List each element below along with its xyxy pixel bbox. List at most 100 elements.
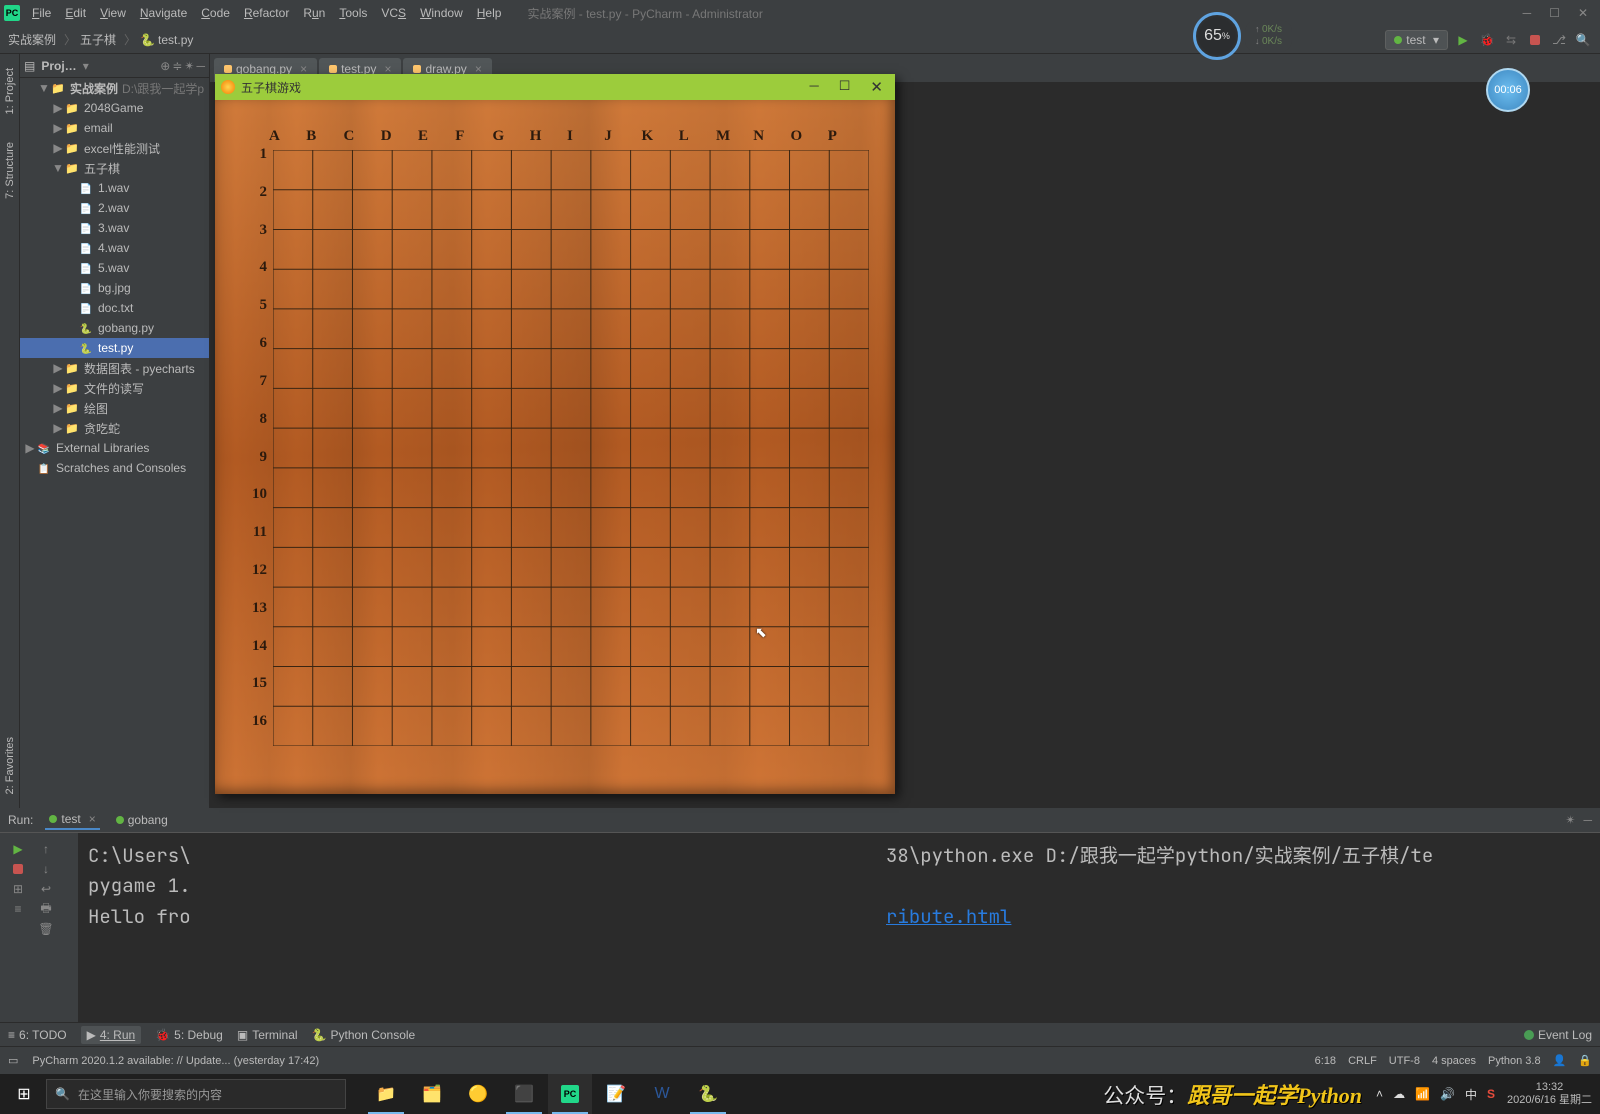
git-button[interactable]: ⎇ (1550, 31, 1568, 49)
game-maximize-button[interactable]: ☐ (839, 78, 851, 96)
tree-item-bg.jpg[interactable]: bg.jpg (20, 278, 209, 298)
run-tab-gobang[interactable]: gobang (112, 811, 172, 829)
hide-panel-icon[interactable]: ─ (196, 59, 205, 73)
encoding[interactable]: UTF-8 (1389, 1055, 1420, 1067)
search-everywhere-button[interactable]: 🔍 (1574, 31, 1592, 49)
ime-icon[interactable]: 中 (1465, 1086, 1477, 1103)
sync-icon[interactable]: S (1487, 1087, 1495, 1101)
debug-tab[interactable]: 🐞 5: Debug (155, 1028, 223, 1042)
word-icon[interactable]: W (640, 1074, 684, 1114)
python-icon[interactable]: 🐍 (686, 1074, 730, 1114)
tab-structure[interactable]: 7: Structure (4, 138, 16, 203)
game-minimize-button[interactable]: ─ (810, 78, 819, 96)
tree-item-test.py[interactable]: test.py (20, 338, 209, 358)
run-settings-icon[interactable]: ✴ (1565, 813, 1575, 827)
trash-icon[interactable]: 🗑 (38, 921, 54, 937)
rerun-icon[interactable]: ▶ (10, 841, 26, 857)
menu-window[interactable]: Window (414, 4, 469, 22)
indent[interactable]: 4 spaces (1432, 1055, 1476, 1067)
crumb-0[interactable]: 实战案例 (8, 31, 56, 48)
console-output[interactable]: C:\Users\ 38\python.exe D:/跟我一起学python/实… (78, 833, 1600, 1022)
lock-icon[interactable] (1578, 1054, 1592, 1067)
close-button[interactable]: ✕ (1578, 6, 1588, 20)
tree-item-1.wav[interactable]: 1.wav (20, 178, 209, 198)
run-button[interactable]: ▶ (1454, 31, 1472, 49)
taskbar-clock[interactable]: 13:32 2020/6/16 星期二 (1501, 1081, 1598, 1107)
tree-item-excel性能测试[interactable]: ▶excel性能测试 (20, 138, 209, 158)
tree-item-数据图表 - pyecharts[interactable]: ▶数据图表 - pyecharts (20, 358, 209, 378)
taskbar-search[interactable]: 🔍在这里输入你要搜索的内容 (46, 1079, 346, 1109)
tree-item-绘图[interactable]: ▶绘图 (20, 398, 209, 418)
game-window[interactable]: 五子棋游戏 ─ ☐ ✕ ABCDEFGHIJKLMNOP 12345678910… (215, 74, 895, 794)
select-opened-file-icon[interactable]: ⊕ (160, 59, 170, 73)
run-bottom-tab[interactable]: ▶ 4: Run (81, 1026, 142, 1044)
project-panel-toggle[interactable]: ▤ (24, 59, 35, 73)
minimize-button[interactable]: ─ (1523, 6, 1532, 20)
status-show-icon[interactable]: ▭ (8, 1054, 18, 1067)
volume-icon[interactable]: 🔊 (1440, 1087, 1455, 1101)
event-log[interactable]: Event Log (1524, 1028, 1592, 1042)
game-board[interactable]: ABCDEFGHIJKLMNOP 12345678910111213141516 (215, 100, 895, 794)
cmd-icon[interactable]: ⬛ (502, 1074, 546, 1114)
menu-edit[interactable]: Edit (59, 4, 92, 22)
run-tab-test[interactable]: test× (45, 810, 99, 830)
menu-view[interactable]: View (94, 4, 132, 22)
crumb-1[interactable]: 五子棋 (80, 31, 116, 48)
game-titlebar[interactable]: 五子棋游戏 ─ ☐ ✕ (215, 74, 895, 100)
tab-project[interactable]: 1: Project (4, 64, 16, 118)
menu-run[interactable]: Run (297, 4, 331, 22)
tree-item-2.wav[interactable]: 2.wav (20, 198, 209, 218)
menu-file[interactable]: FFileile (26, 4, 57, 22)
stop-run-icon[interactable] (10, 861, 26, 877)
terminal-tab[interactable]: ▣ Terminal (237, 1028, 298, 1042)
pyconsole-tab[interactable]: 🐍 Python Console (312, 1028, 416, 1042)
menu-refactor[interactable]: Refactor (238, 4, 295, 22)
tree-item-doc.txt[interactable]: doc.txt (20, 298, 209, 318)
tree-item-文件的读写[interactable]: ▶文件的读写 (20, 378, 209, 398)
cloud-icon[interactable]: ☁ (1393, 1087, 1405, 1101)
line-ending[interactable]: CRLF (1348, 1055, 1377, 1067)
start-button[interactable]: ⊞ (2, 1074, 46, 1114)
wifi-icon[interactable]: 📶 (1415, 1087, 1430, 1101)
menu-tools[interactable]: Tools (333, 4, 373, 22)
menu-vcs[interactable]: VCS (375, 4, 412, 22)
wrap-icon[interactable]: ↩ (38, 881, 54, 897)
tree-item-五子棋[interactable]: ▼五子棋 (20, 158, 209, 178)
menu-help[interactable]: Help (471, 4, 508, 22)
todo-tab[interactable]: ≡ 6: TODO (8, 1028, 67, 1042)
print-icon[interactable]: 🖶 (38, 901, 54, 917)
tray-up-icon[interactable]: ˄ (1376, 1087, 1383, 1101)
settings-icon[interactable]: ✴ (184, 59, 194, 73)
down-icon[interactable]: ↓ (38, 861, 54, 877)
layout-icon[interactable]: ⊞ (10, 881, 26, 897)
pycharm-taskbar-icon[interactable]: PC (548, 1074, 592, 1114)
tree-item-2048Game[interactable]: ▶2048Game (20, 98, 209, 118)
game-close-button[interactable]: ✕ (870, 78, 883, 96)
tree-item-gobang.py[interactable]: gobang.py (20, 318, 209, 338)
project-tree[interactable]: ▼实战案例D:\跟我一起学p ▶2048Game▶email▶excel性能测试… (20, 78, 209, 808)
crumb-2[interactable]: 🐍test.py (140, 33, 193, 47)
run-config-select[interactable]: test ▾ (1385, 30, 1448, 50)
tree-item-4.wav[interactable]: 4.wav (20, 238, 209, 258)
tab-favorites[interactable]: 2: Favorites (4, 733, 16, 798)
interpreter[interactable]: Python 3.8 (1488, 1055, 1541, 1067)
tree-item-email[interactable]: ▶email (20, 118, 209, 138)
explorer-icon[interactable]: 📁 (364, 1074, 408, 1114)
menu-code[interactable]: Code (195, 4, 236, 22)
debug-button[interactable]: 🐞 (1478, 31, 1496, 49)
run-hide-icon[interactable]: ─ (1583, 813, 1592, 827)
chrome-icon[interactable]: 🟡 (456, 1074, 500, 1114)
maximize-button[interactable]: ☐ (1549, 6, 1560, 20)
tree-item-贪吃蛇[interactable]: ▶贪吃蛇 (20, 418, 209, 438)
stop-button[interactable] (1526, 31, 1544, 49)
menu-navigate[interactable]: Navigate (134, 4, 193, 22)
tree-item-3.wav[interactable]: 3.wav (20, 218, 209, 238)
tree-item-5.wav[interactable]: 5.wav (20, 258, 209, 278)
notepad-icon[interactable]: 📝 (594, 1074, 638, 1114)
attach-button[interactable]: ⇆ (1502, 31, 1520, 49)
expand-all-icon[interactable]: ≑ (172, 59, 182, 73)
scroll-icon[interactable]: ≡ (10, 901, 26, 917)
up-icon[interactable]: ↑ (38, 841, 54, 857)
folder2-icon[interactable]: 🗂️ (410, 1074, 454, 1114)
inspect-icon[interactable]: 👤 (1553, 1054, 1567, 1067)
